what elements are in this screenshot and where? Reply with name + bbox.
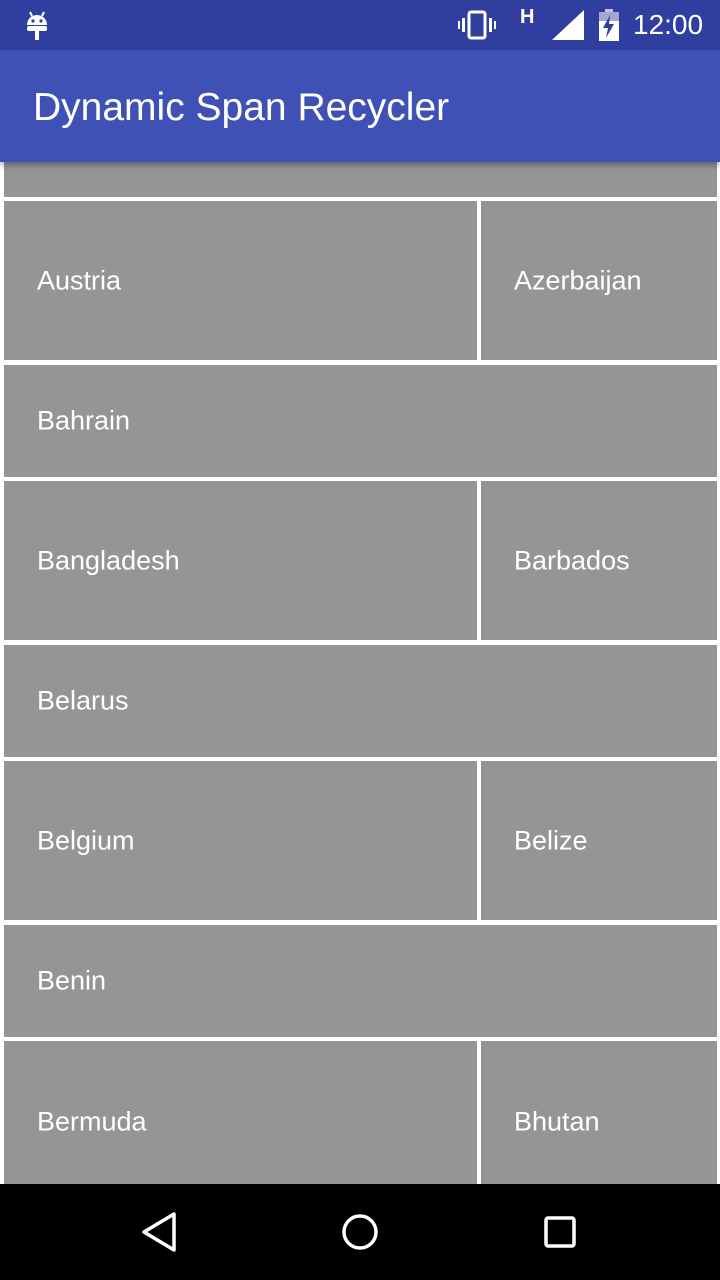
- app-bar: Dynamic Span Recycler: [0, 50, 720, 162]
- list-item[interactable]: Bhutan: [481, 1041, 717, 1184]
- battery-charging-icon: [599, 9, 619, 41]
- list-item[interactable]: Barbados: [481, 481, 717, 640]
- list-item-label: Belize: [514, 825, 588, 855]
- list-item-label: Bahrain: [37, 405, 131, 436]
- list-item-label: Bhutan: [514, 1106, 600, 1137]
- list-item-label: Austria: [37, 265, 122, 295]
- list-item[interactable]: Bermuda: [4, 1041, 477, 1184]
- recycler-list[interactable]: Austria Azerbaijan Bahrain Bangladesh Ba…: [0, 162, 720, 1184]
- list-item-label: Belgium: [37, 825, 135, 855]
- list-item[interactable]: Belarus: [4, 645, 717, 757]
- signal-icon: [552, 10, 584, 40]
- home-icon[interactable]: [336, 1208, 384, 1256]
- list-item[interactable]: Austria: [4, 201, 477, 360]
- list-item-label: Bermuda: [37, 1106, 147, 1137]
- page-title: Dynamic Span Recycler: [33, 86, 450, 129]
- list-item[interactable]: Belgium: [4, 761, 477, 920]
- network-type-label: H: [520, 6, 535, 28]
- list-item[interactable]: Benin: [4, 925, 717, 1037]
- list-item[interactable]: Bahrain: [4, 365, 717, 477]
- list-item[interactable]: Belize: [481, 761, 717, 920]
- list-item-label: Benin: [37, 965, 107, 996]
- status-bar: H 12:00: [0, 0, 720, 50]
- recents-icon[interactable]: [536, 1208, 584, 1256]
- android-icon: [27, 11, 47, 40]
- navigation-bar: [0, 1184, 720, 1280]
- back-icon[interactable]: [136, 1208, 184, 1256]
- list-item[interactable]: Bangladesh: [4, 481, 477, 640]
- list-item-label: Belarus: [37, 685, 129, 716]
- list-item[interactable]: Azerbaijan: [481, 201, 717, 360]
- list-item-label: Azerbaijan: [514, 265, 642, 295]
- vibrate-icon: [458, 10, 496, 40]
- list-item[interactable]: [4, 162, 717, 197]
- list-item-label: Bangladesh: [37, 545, 180, 575]
- list-item-label: Barbados: [514, 545, 630, 575]
- clock: 12:00: [633, 9, 704, 40]
